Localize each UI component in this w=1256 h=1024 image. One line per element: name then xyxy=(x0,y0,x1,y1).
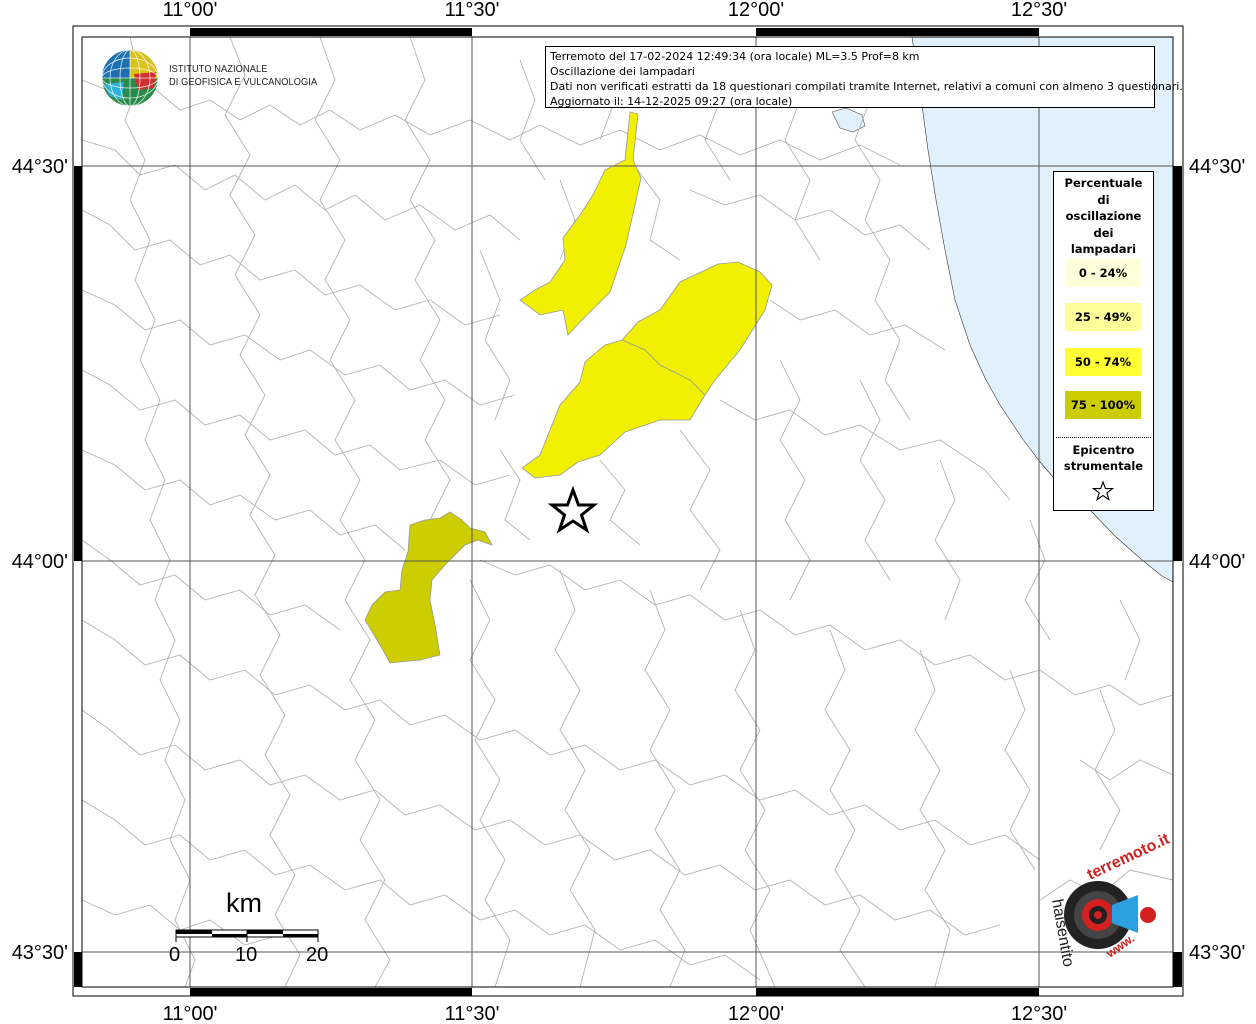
legend-epicenter-line2: strumentale xyxy=(1063,459,1144,473)
lon-label-top-3: 12°00' xyxy=(728,0,784,21)
lat-label-right-3: 43°30' xyxy=(1189,942,1245,964)
lat-label-left-3: 43°30' xyxy=(12,942,68,964)
lon-label-top-4: 12°30' xyxy=(1011,0,1067,21)
lon-label-bottom-1: 11°00' xyxy=(163,1003,218,1024)
lon-label-bottom-4: 12°30' xyxy=(1011,1003,1067,1024)
lat-label-left-1: 44°30' xyxy=(12,156,68,178)
scale-tick-0: 0 xyxy=(169,944,181,966)
legend-class-0-24: 0 - 24% xyxy=(1065,259,1141,287)
legend-title-line3: oscillazione xyxy=(1065,209,1142,223)
legend-title-line4: dei xyxy=(1093,225,1114,240)
legend-title-line2: di xyxy=(1097,192,1110,207)
event-info-box: Terremoto del 17-02-2024 12:49:34 (ora l… xyxy=(545,46,1183,108)
legend: Percentuale di oscillazione dei lampadar… xyxy=(1053,171,1154,511)
legend-title: Percentuale di oscillazione dei lampadar… xyxy=(1054,175,1153,258)
scale-unit: km xyxy=(226,888,262,918)
legend-epicenter-line1: Epicentro xyxy=(1072,443,1135,457)
legend-title-line5: lampadari xyxy=(1070,242,1137,256)
legend-class-75-100: 75 - 100% xyxy=(1065,391,1141,419)
scale-tick-10: 10 xyxy=(235,944,258,966)
lat-label-left-2: 44°00' xyxy=(12,551,68,573)
legend-title-line1: Percentuale xyxy=(1064,176,1143,190)
event-line: Terremoto del 17-02-2024 12:49:34 (ora l… xyxy=(550,50,920,63)
intensity-map: 11°00' 11°30' 12°00' 12°30' 11°00' 11°30… xyxy=(12,0,1246,1024)
legend-separator xyxy=(1056,437,1151,438)
lon-label-bottom-3: 12°00' xyxy=(728,1003,784,1024)
lon-label-top-2: 11°30' xyxy=(445,0,500,21)
lon-label-top-1: 11°00' xyxy=(163,0,218,21)
ingv-name-line1: ISTITUTO NAZIONALE xyxy=(169,63,268,75)
legend-epicenter-label: Epicentro strumentale xyxy=(1054,442,1153,474)
ingv-name-line2: DI GEOFISICA E VULCANOLOGIA xyxy=(169,76,318,88)
lat-label-right-1: 44°30' xyxy=(1189,156,1245,178)
update-date: Aggiornato il: 14-12-2025 09:27 (ora loc… xyxy=(550,95,793,108)
ingv-name: ISTITUTO NAZIONALE DI GEOFISICA E VULCAN… xyxy=(169,63,317,89)
legend-star-icon xyxy=(1092,480,1114,501)
scale-tick-20: 20 xyxy=(306,944,329,966)
lat-label-right-2: 44°00' xyxy=(1189,551,1245,573)
map-subject: Oscillazione dei lampadari xyxy=(550,65,695,78)
legend-class-50-74: 50 - 74% xyxy=(1065,348,1141,376)
data-note: Dati non verificati estratti da 18 quest… xyxy=(550,80,1183,93)
lon-label-bottom-2: 11°30' xyxy=(445,1003,500,1024)
legend-class-25-49: 25 - 49% xyxy=(1065,303,1141,331)
ingv-globe-logo xyxy=(101,49,159,107)
